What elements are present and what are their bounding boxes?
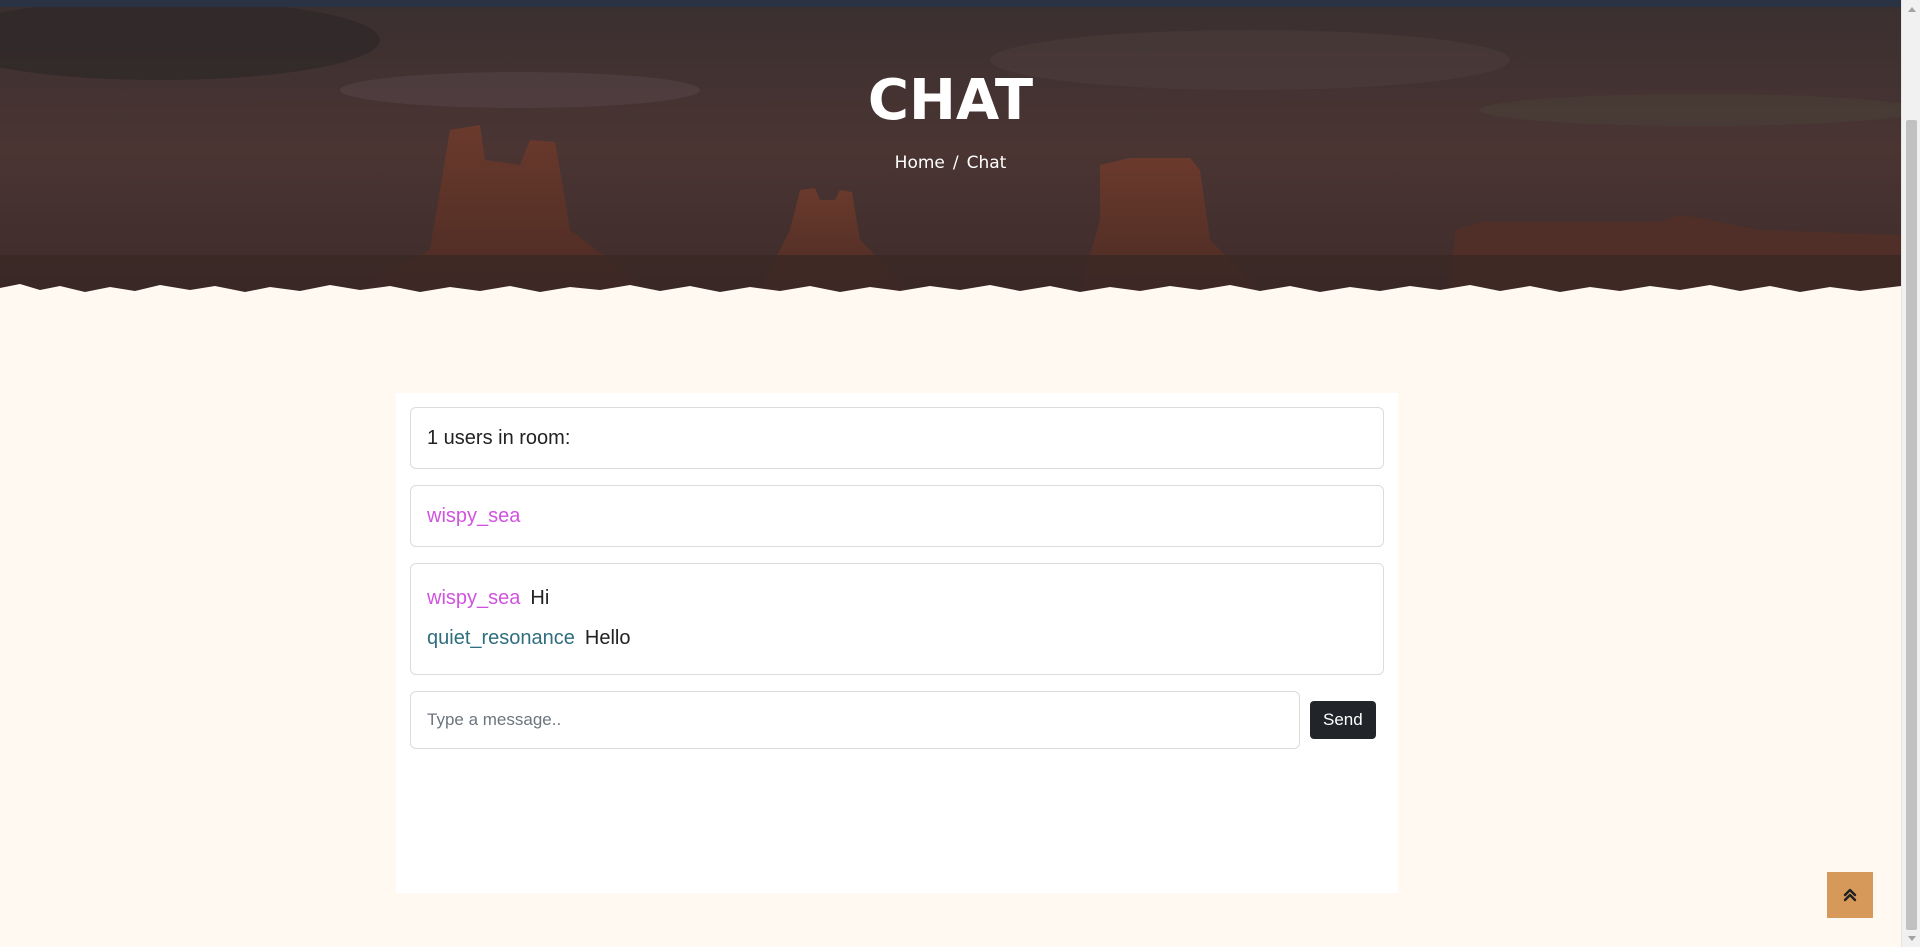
- hero-banner: CHAT Home / Chat: [0, 0, 1901, 300]
- user-list-item: wispy_sea: [427, 504, 521, 527]
- vertical-scrollbar[interactable]: [1901, 0, 1920, 947]
- hero-background-image: [0, 0, 1901, 300]
- breadcrumb-separator: /: [952, 153, 959, 173]
- page-title: CHAT: [867, 68, 1034, 133]
- scroll-down-arrow-icon[interactable]: [1902, 930, 1920, 947]
- scrollbar-thumb[interactable]: [1906, 120, 1917, 930]
- message-input[interactable]: [410, 691, 1300, 749]
- message-text: Hi: [530, 587, 550, 609]
- message-author: wispy_sea: [427, 587, 521, 609]
- message-item: wispy_sea Hi: [427, 586, 1367, 610]
- message-list: wispy_sea Hi quiet_resonance Hello: [410, 563, 1384, 675]
- double-chevron-up-icon: [1843, 888, 1857, 902]
- send-button[interactable]: Send: [1310, 701, 1376, 739]
- page: CHAT Home / Chat 1 users in room: wispy_se…: [0, 0, 1901, 947]
- back-to-top-button[interactable]: [1827, 872, 1873, 918]
- message-item: quiet_resonance Hello: [427, 626, 1367, 650]
- user-list: wispy_sea: [410, 485, 1384, 547]
- breadcrumb-home-link[interactable]: Home: [895, 153, 945, 173]
- message-text: Hello: [584, 627, 631, 649]
- message-composer: Send: [410, 691, 1384, 749]
- breadcrumb-current: Chat: [966, 153, 1007, 173]
- message-author: quiet_resonance: [427, 627, 575, 649]
- chat-panel: 1 users in room: wispy_sea wispy_sea Hi q…: [396, 393, 1398, 893]
- users-count-box: 1 users in room:: [410, 407, 1384, 469]
- users-count-text: 1 users in room:: [427, 426, 571, 449]
- scroll-up-arrow-icon[interactable]: [1902, 0, 1920, 17]
- top-accent-bar: [0, 0, 1901, 7]
- breadcrumb: Home / Chat: [0, 152, 1901, 174]
